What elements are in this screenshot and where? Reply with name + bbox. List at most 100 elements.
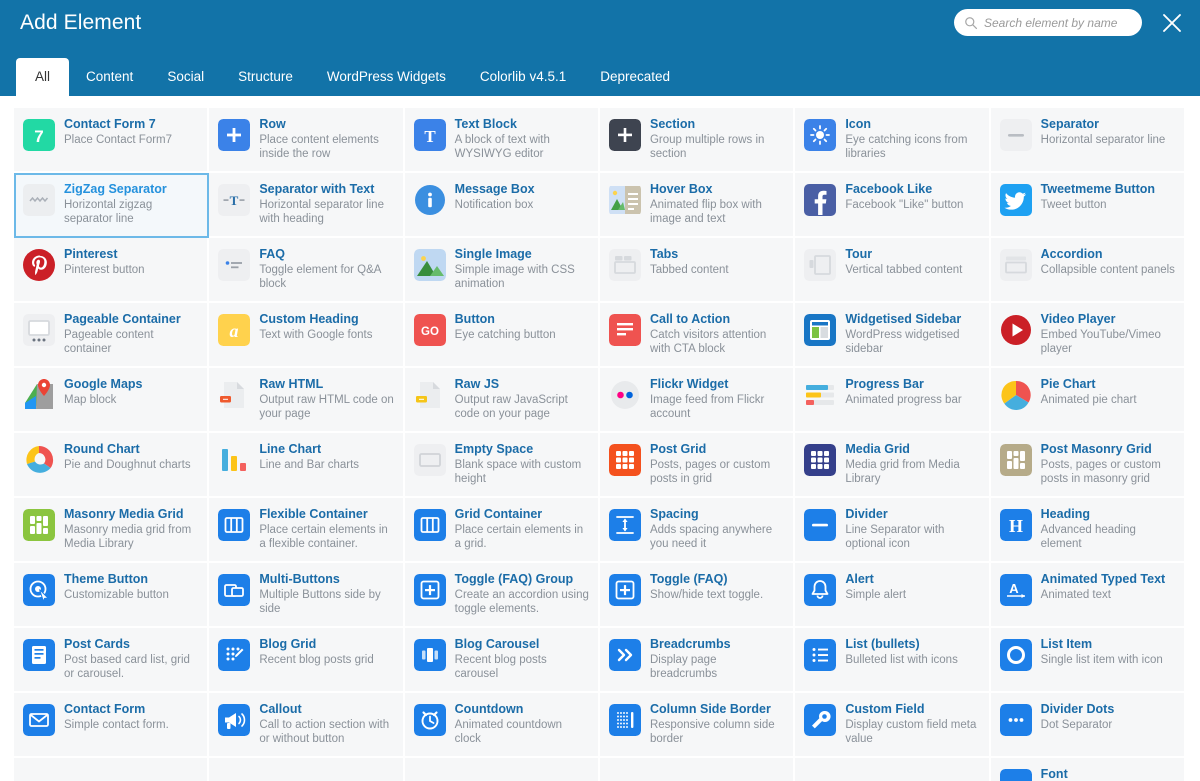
element-card-alert[interactable]: AlertSimple alert [795, 563, 990, 628]
element-card-text-block[interactable]: TText BlockA block of text with WYSIWYG … [405, 108, 600, 173]
element-card-accordion[interactable]: AccordionCollapsible content panels [991, 238, 1186, 303]
element-card-flickr-widget[interactable]: Flickr WidgetImage feed from Flickr acco… [600, 368, 795, 433]
element-card-masonry-media-grid[interactable]: Masonry Media GridMasonry media grid fro… [14, 498, 209, 563]
element-card-single-image[interactable]: Single ImageSimple image with CSS animat… [405, 238, 600, 303]
element-card-text: HeadingAdvanced heading element [1041, 507, 1176, 551]
element-card-divider[interactable]: DividerLine Separator with optional icon [795, 498, 990, 563]
element-card-hover-box[interactable]: Hover BoxAnimated flip box with image an… [600, 173, 795, 238]
element-card-font[interactable]: FFont [991, 758, 1186, 781]
element-card-pinterest[interactable]: PinterestPinterest button [14, 238, 209, 303]
element-card-countdown[interactable]: CountdownAnimated countdown clock [405, 693, 600, 758]
element-card-media-grid[interactable]: Media GridMedia grid from Media Library [795, 433, 990, 498]
tab-colorlib-v4-5-1[interactable]: Colorlib v4.5.1 [463, 58, 583, 96]
element-card-tweetmeme-button[interactable]: Tweetmeme ButtonTweet button [991, 173, 1186, 238]
tab-content[interactable]: Content [69, 58, 150, 96]
tab-deprecated[interactable]: Deprecated [583, 58, 687, 96]
element-card-blank[interactable] [405, 758, 600, 781]
search-input[interactable] [984, 16, 1132, 30]
tab-social[interactable]: Social [150, 58, 221, 96]
element-card-title: Round Chart [64, 442, 191, 457]
element-card-section[interactable]: SectionGroup multiple rows in section [600, 108, 795, 173]
element-card-raw-js[interactable]: Raw JSOutput raw JavaScript code on your… [405, 368, 600, 433]
element-card-video-player[interactable]: Video PlayerEmbed YouTube/Vimeo player [991, 303, 1186, 368]
element-card-title: Section [650, 117, 785, 132]
element-card-description: Dot Separator [1041, 718, 1115, 732]
element-card-empty-space[interactable]: Empty SpaceBlank space with custom heigh… [405, 433, 600, 498]
element-card-description: Toggle element for Q&A block [259, 263, 394, 291]
element-card-custom-heading[interactable]: aCustom HeadingText with Google fonts [209, 303, 404, 368]
element-card-button[interactable]: GOButtonEye catching button [405, 303, 600, 368]
element-card-post-cards[interactable]: Post CardsPost based card list, grid or … [14, 628, 209, 693]
element-card-icon[interactable]: IconEye catching icons from libraries [795, 108, 990, 173]
element-card-heading[interactable]: HHeadingAdvanced heading element [991, 498, 1186, 563]
element-card-custom-field[interactable]: Custom FieldDisplay custom field meta va… [795, 693, 990, 758]
element-card-blank[interactable] [209, 758, 404, 781]
close-button[interactable] [1160, 11, 1184, 35]
search-box[interactable] [954, 9, 1142, 36]
element-card-round-chart[interactable]: Round ChartPie and Doughnut charts [14, 433, 209, 498]
element-card-text: Raw JSOutput raw JavaScript code on your… [455, 377, 590, 421]
tab-bar: AllContentSocialStructureWordPress Widge… [16, 54, 687, 96]
element-card-raw-html[interactable]: Raw HTMLOutput raw HTML code on your pag… [209, 368, 404, 433]
element-card-title: Google Maps [64, 377, 142, 392]
element-card-faq[interactable]: FAQToggle element for Q&A block [209, 238, 404, 303]
blog-grid-icon [218, 639, 250, 671]
tab-all[interactable]: All [16, 58, 69, 96]
element-card-pie-chart[interactable]: Pie ChartAnimated pie chart [991, 368, 1186, 433]
element-card-contact-form-7[interactable]: 7Contact Form 7Place Contact Form7 [14, 108, 209, 173]
element-card-list-item[interactable]: List ItemSingle list item with icon [991, 628, 1186, 693]
element-card-facebook-like[interactable]: Facebook LikeFacebook "Like" button [795, 173, 990, 238]
element-card-row[interactable]: RowPlace content elements inside the row [209, 108, 404, 173]
element-card-line-chart[interactable]: Line ChartLine and Bar charts [209, 433, 404, 498]
element-card-toggle-faq[interactable]: Toggle (FAQ)Show/hide text toggle. [600, 563, 795, 628]
element-card-title: Widgetised Sidebar [845, 312, 980, 327]
element-card-callout[interactable]: CalloutCall to action section with or wi… [209, 693, 404, 758]
element-card-title: Post Grid [650, 442, 785, 457]
element-card-text: Message BoxNotification box [455, 182, 535, 212]
element-card-title: Toggle (FAQ) [650, 572, 763, 587]
element-card-blog-grid[interactable]: Blog GridRecent blog posts grid [209, 628, 404, 693]
tab-wordpress-widgets[interactable]: WordPress Widgets [310, 58, 463, 96]
element-card-tour[interactable]: TourVertical tabbed content [795, 238, 990, 303]
element-card-animated-typed-text[interactable]: AAnimated Typed TextAnimated text [991, 563, 1186, 628]
element-card-text: Contact Form 7Place Contact Form7 [64, 117, 172, 147]
svg-text:T: T [230, 193, 239, 208]
element-card-theme-button[interactable]: Theme ButtonCustomizable button [14, 563, 209, 628]
raw-js-icon [414, 379, 446, 411]
element-card-title: Icon [845, 117, 980, 132]
element-card-title: Font [1041, 767, 1068, 781]
element-card-multi-buttons[interactable]: Multi-ButtonsMultiple Buttons side by si… [209, 563, 404, 628]
element-card-call-to-action[interactable]: Call to ActionCatch visitors attention w… [600, 303, 795, 368]
element-card-description: Map block [64, 393, 142, 407]
element-grid-scroll[interactable]: 7Contact Form 7Place Contact Form7RowPla… [0, 96, 1200, 781]
element-card-zigzag-separator[interactable]: ZigZag SeparatorHorizontal zigzag separa… [14, 173, 209, 238]
element-card-toggle-faq-group[interactable]: Toggle (FAQ) GroupCreate an accordion us… [405, 563, 600, 628]
element-card-post-grid[interactable]: Post GridPosts, pages or custom posts in… [600, 433, 795, 498]
element-card-blank[interactable] [600, 758, 795, 781]
element-card-divider-dots[interactable]: Divider DotsDot Separator [991, 693, 1186, 758]
zigzag-icon [23, 184, 55, 216]
element-card-blank[interactable] [795, 758, 990, 781]
element-card-list-bullets[interactable]: List (bullets)Bulleted list with icons [795, 628, 990, 693]
element-card-pageable-container[interactable]: Pageable ContainerPageable content conta… [14, 303, 209, 368]
element-card-tabs[interactable]: TabsTabbed content [600, 238, 795, 303]
element-card-google-maps[interactable]: Google MapsMap block [14, 368, 209, 433]
element-card-column-side-border[interactable]: Column Side BorderResponsive column side… [600, 693, 795, 758]
element-card-separator[interactable]: SeparatorHorizontal separator line [991, 108, 1186, 173]
element-card-message-box[interactable]: Message BoxNotification box [405, 173, 600, 238]
element-card-text: Text BlockA block of text with WYSIWYG e… [455, 117, 590, 161]
element-card-title: Blog Grid [259, 637, 373, 652]
tab-structure[interactable]: Structure [221, 58, 310, 96]
element-card-blog-carousel[interactable]: Blog CarouselRecent blog posts carousel [405, 628, 600, 693]
element-card-blank[interactable] [14, 758, 209, 781]
twitter-icon [1000, 184, 1032, 216]
element-card-contact-form[interactable]: Contact FormSimple contact form. [14, 693, 209, 758]
element-card-spacing[interactable]: SpacingAdds spacing anywhere you need it [600, 498, 795, 563]
element-card-flexible-container[interactable]: Flexible ContainerPlace certain elements… [209, 498, 404, 563]
element-card-separator-with-text[interactable]: TSeparator with TextHorizontal separator… [209, 173, 404, 238]
element-card-widgetised-sidebar[interactable]: Widgetised SidebarWordPress widgetised s… [795, 303, 990, 368]
element-card-post-masonry-grid[interactable]: Post Masonry GridPosts, pages or custom … [991, 433, 1186, 498]
element-card-grid-container[interactable]: Grid ContainerPlace certain elements in … [405, 498, 600, 563]
element-card-progress-bar[interactable]: Progress BarAnimated progress bar [795, 368, 990, 433]
element-card-breadcrumbs[interactable]: BreadcrumbsDisplay page breadcrumbs [600, 628, 795, 693]
